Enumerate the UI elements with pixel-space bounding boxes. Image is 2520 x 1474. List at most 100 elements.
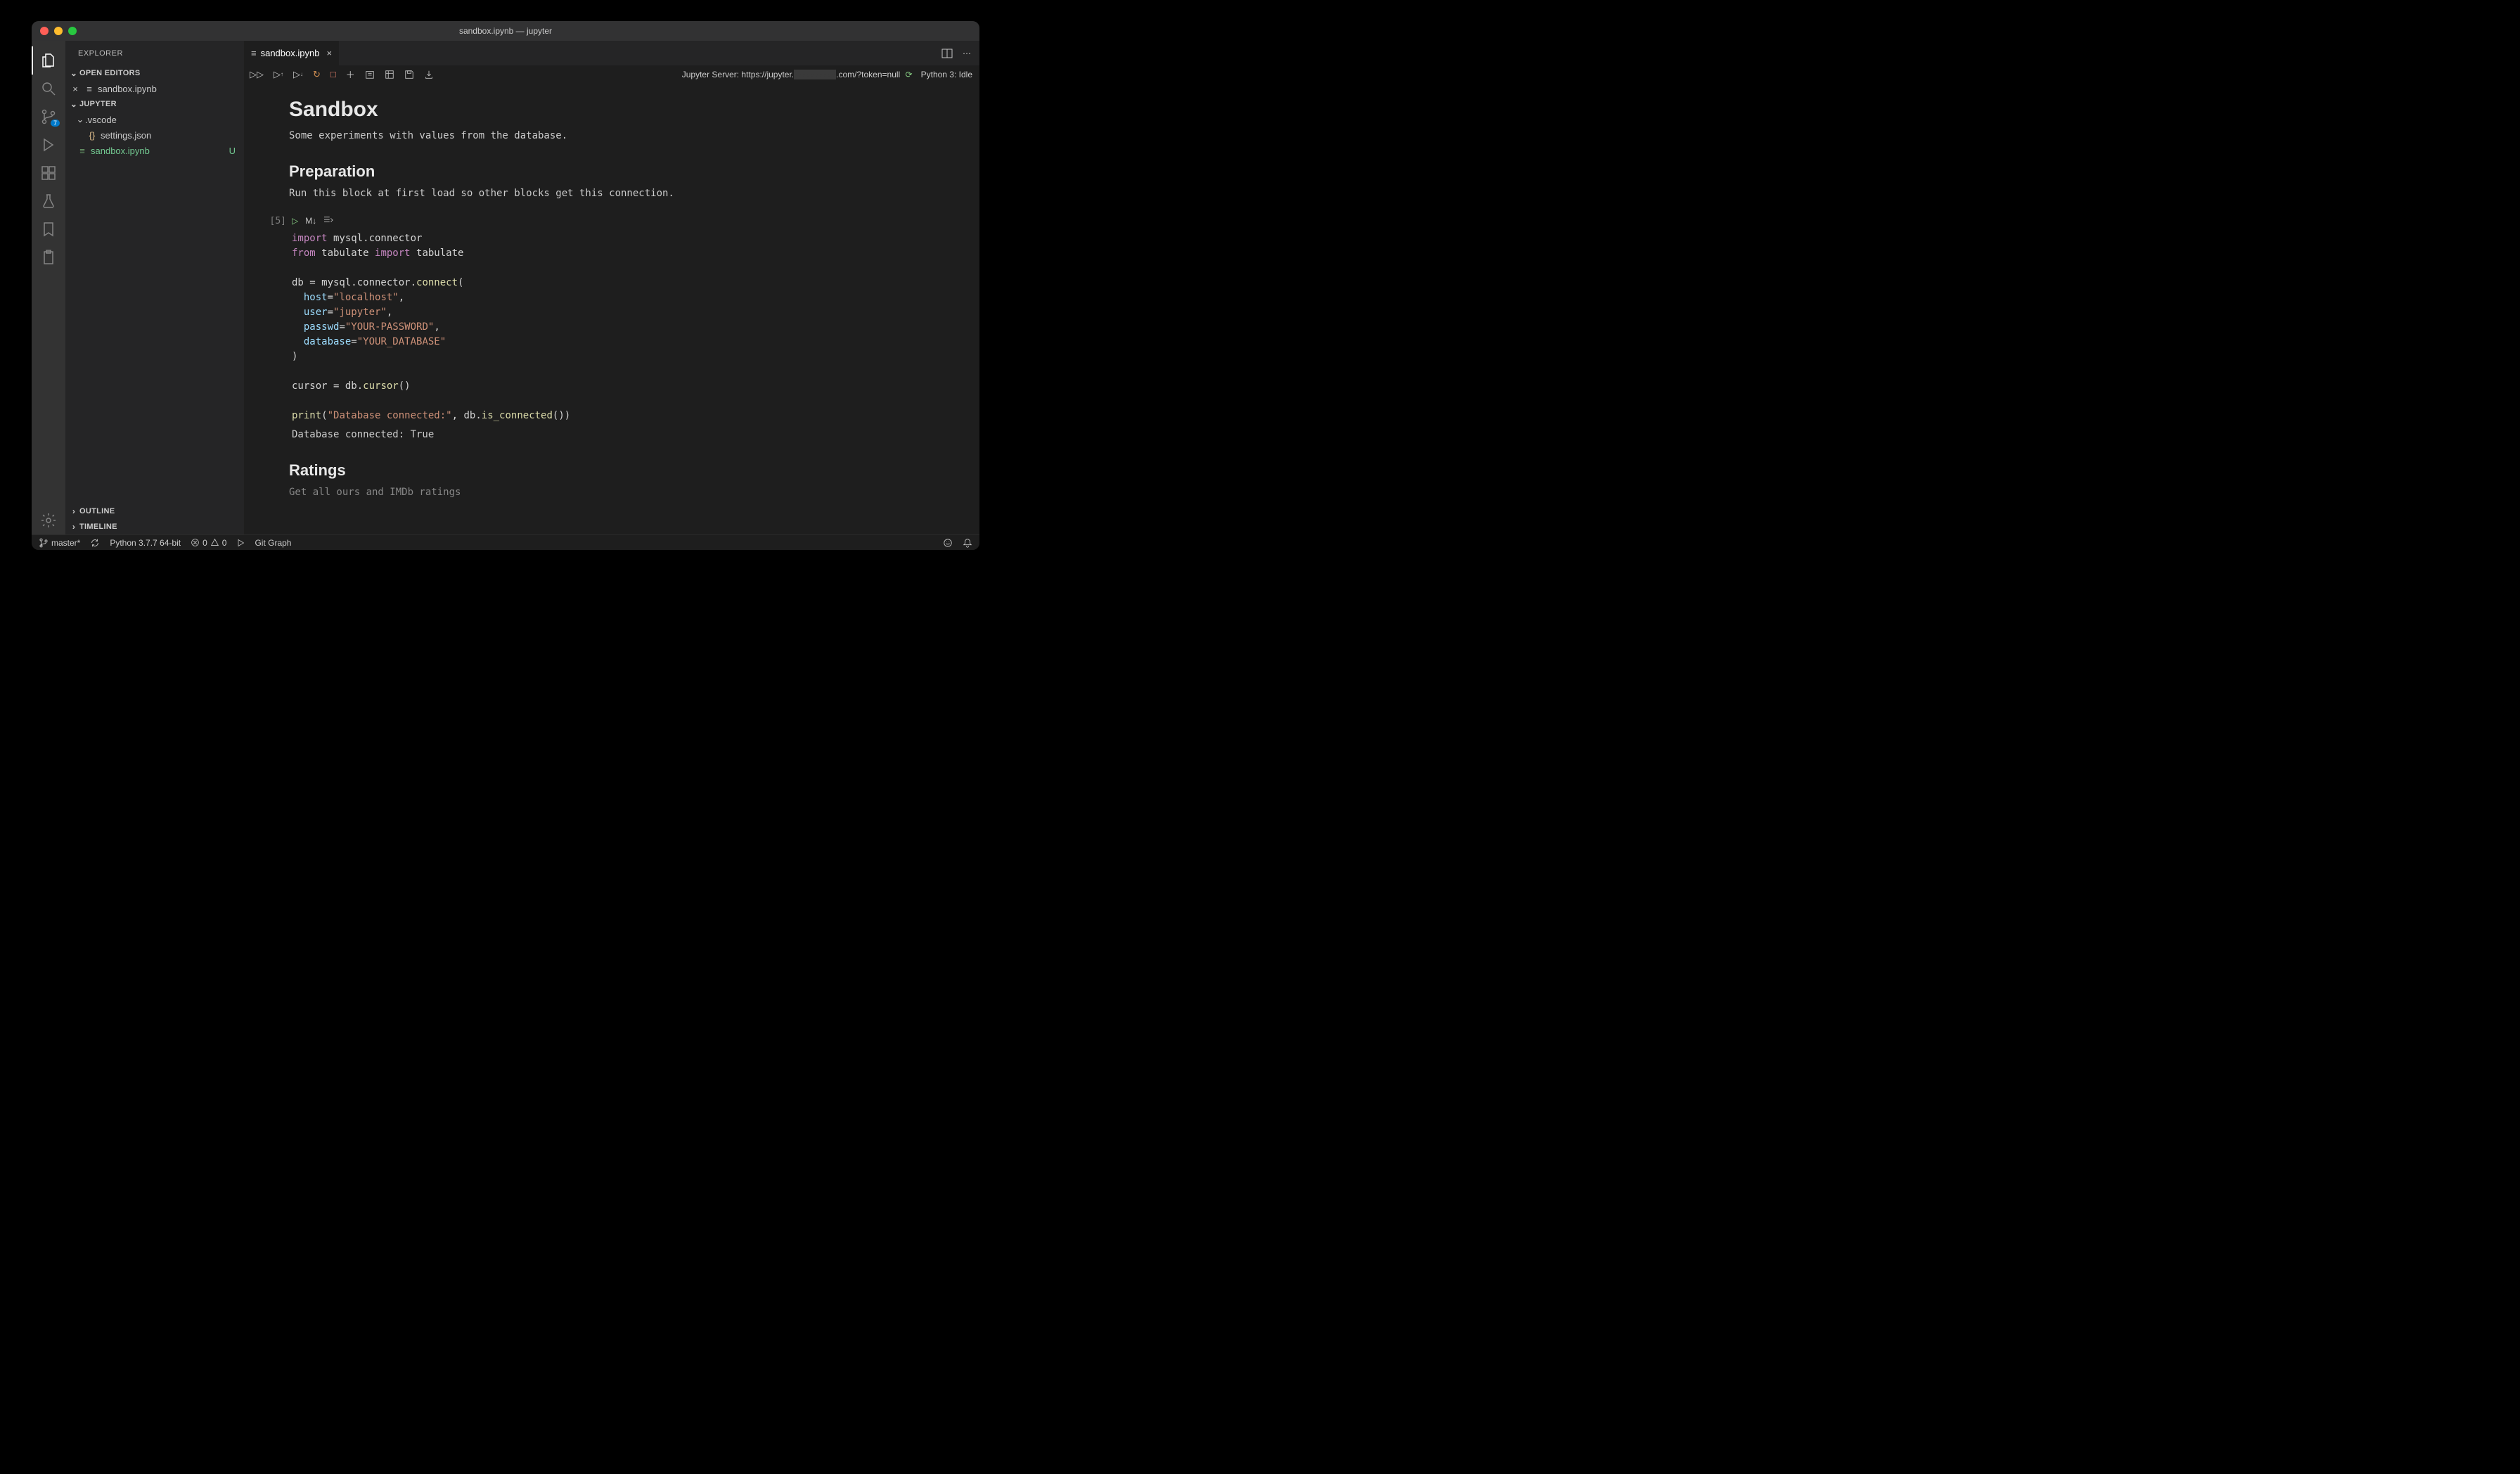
timeline-label: TIMELINE	[79, 523, 117, 531]
tab-label: sandbox.ipynb	[261, 48, 320, 58]
play-bug-icon	[40, 136, 57, 153]
workspace-section[interactable]: ⌄ JUPYTER	[65, 96, 244, 112]
extensions-icon	[40, 165, 57, 181]
open-editor-filename: sandbox.ipynb	[98, 84, 157, 94]
editor-area: ≡ sandbox.ipynb × ⋯ ▷▷ ▷↑ ▷↓ ↻ □ ＋	[244, 41, 979, 534]
warning-icon	[210, 538, 219, 547]
test-activity[interactable]	[32, 187, 65, 215]
markdown-cell-ratings[interactable]: Ratings Get all ours and IMDb ratings	[289, 461, 951, 498]
traffic-lights	[40, 27, 77, 35]
notebook-file-icon: ≡	[77, 146, 88, 156]
close-window-button[interactable]	[40, 27, 49, 35]
notebook-h2-preparation: Preparation	[289, 162, 951, 181]
run-by-line-icon[interactable]	[323, 216, 333, 226]
timeline-section[interactable]: › TIMELINE	[65, 519, 244, 534]
feedback-status[interactable]	[943, 538, 953, 548]
outline-section[interactable]: › OUTLINE	[65, 504, 244, 519]
clipboard-activity[interactable]	[32, 243, 65, 271]
chevron-down-icon: ⌄	[75, 114, 85, 125]
notebook-h2-ratings: Ratings	[289, 461, 951, 480]
export-icon[interactable]	[424, 70, 434, 79]
chevron-down-icon: ⌄	[68, 99, 79, 109]
save-icon[interactable]	[404, 70, 414, 79]
titlebar: sandbox.ipynb — jupyter	[32, 21, 979, 41]
chevron-right-icon: ›	[68, 506, 79, 516]
file-settings-json[interactable]: {} settings.json	[65, 127, 244, 143]
split-editor-icon[interactable]	[941, 48, 953, 59]
search-icon	[40, 80, 57, 97]
jupyter-server-status[interactable]: Jupyter Server: https://jupyter.xxxxxxxx…	[682, 70, 913, 79]
problems-status[interactable]: 0 0	[191, 538, 226, 548]
notebook-file-icon: ≡	[251, 48, 257, 58]
clear-output-icon[interactable]	[365, 70, 375, 79]
close-tab-icon[interactable]: ×	[326, 48, 332, 58]
bookmark-icon	[40, 221, 57, 238]
interrupt-kernel-icon[interactable]: □	[330, 69, 336, 79]
search-activity[interactable]	[32, 75, 65, 103]
run-cell-icon[interactable]: ▷	[292, 216, 298, 226]
git-status-untracked: U	[229, 146, 236, 156]
cell-output: Database connected: True	[292, 426, 951, 440]
variables-icon[interactable]	[385, 70, 394, 79]
file-name: settings.json	[101, 130, 151, 141]
open-editor-item[interactable]: × ≡ sandbox.ipynb	[65, 81, 244, 96]
branch-icon	[39, 538, 49, 548]
tab-bar: ≡ sandbox.ipynb × ⋯	[244, 41, 979, 65]
extensions-activity[interactable]	[32, 159, 65, 187]
folder-name: .vscode	[85, 115, 117, 125]
run-above-icon[interactable]: ▷↑	[274, 69, 283, 80]
more-actions-icon[interactable]: ⋯	[963, 49, 971, 58]
gear-icon	[40, 512, 57, 529]
file-sandbox-ipynb[interactable]: ≡ sandbox.ipynb U	[65, 143, 244, 158]
explorer-sidebar: EXPLORER ⌄ OPEN EDITORS × ≡ sandbox.ipyn…	[65, 41, 244, 534]
cell-header: [5] ▷ M↓	[255, 213, 951, 229]
notebook-body[interactable]: Sandbox Some experiments with values fro…	[244, 84, 979, 534]
execution-count: [5]	[255, 216, 286, 226]
code-editor[interactable]: import mysql.connector from tabulate imp…	[292, 229, 951, 426]
add-cell-icon[interactable]: ＋	[346, 68, 355, 81]
run-status[interactable]	[236, 539, 245, 547]
explorer-activity[interactable]	[32, 46, 65, 75]
file-name: sandbox.ipynb	[91, 146, 150, 156]
minimize-window-button[interactable]	[54, 27, 63, 35]
run-all-icon[interactable]: ▷▷	[250, 69, 264, 80]
notebook-h1: Sandbox	[289, 98, 951, 122]
window-title: sandbox.ipynb — jupyter	[32, 26, 979, 36]
notifications-status[interactable]	[963, 538, 972, 548]
tab-sandbox-ipynb[interactable]: ≡ sandbox.ipynb ×	[244, 41, 340, 65]
python-interpreter-status[interactable]: Python 3.7.7 64-bit	[110, 538, 181, 548]
play-icon	[236, 539, 245, 547]
tab-bar-actions: ⋯	[941, 41, 979, 65]
restart-kernel-icon[interactable]: ↻	[313, 69, 321, 80]
kernel-status[interactable]: Python 3: Idle	[921, 70, 972, 79]
notebook-toolbar: ▷▷ ▷↑ ▷↓ ↻ □ ＋	[244, 65, 979, 84]
sync-icon	[90, 538, 100, 548]
folder-vscode[interactable]: ⌄ .vscode	[65, 112, 244, 127]
settings-activity[interactable]	[32, 506, 65, 534]
cell-to-markdown-icon[interactable]: M↓	[305, 216, 316, 226]
sync-status[interactable]	[90, 538, 100, 548]
open-editors-section[interactable]: ⌄ OPEN EDITORS	[65, 65, 244, 81]
scm-badge: 7	[51, 120, 60, 127]
zoom-window-button[interactable]	[68, 27, 77, 35]
prep-description: Run this block at first load so other bl…	[289, 188, 951, 199]
beaker-icon	[40, 193, 57, 210]
clipboard-icon	[40, 249, 57, 266]
chevron-down-icon: ⌄	[68, 68, 79, 78]
run-debug-activity[interactable]	[32, 131, 65, 159]
cell-actions: ▷ M↓	[292, 216, 333, 226]
sidebar-title: EXPLORER	[65, 41, 244, 65]
bookmarks-activity[interactable]	[32, 215, 65, 243]
main-area: 7 EXPLORER	[32, 41, 979, 534]
activity-bar: 7	[32, 41, 65, 534]
code-cell[interactable]: [5] ▷ M↓ import mysql.connector from tab…	[255, 213, 951, 440]
close-editor-icon[interactable]: ×	[70, 84, 81, 94]
markdown-cell-intro[interactable]: Sandbox Some experiments with values fro…	[289, 98, 951, 199]
run-below-icon[interactable]: ▷↓	[293, 69, 303, 80]
git-graph-status[interactable]: Git Graph	[255, 538, 291, 548]
status-bar: master* Python 3.7.7 64-bit 0 0 Git Grap…	[32, 534, 979, 550]
git-branch-status[interactable]: master*	[39, 538, 80, 548]
source-control-activity[interactable]: 7	[32, 103, 65, 131]
open-editors-label: OPEN EDITORS	[79, 69, 141, 77]
vscode-window: sandbox.ipynb — jupyter 7	[32, 21, 979, 550]
